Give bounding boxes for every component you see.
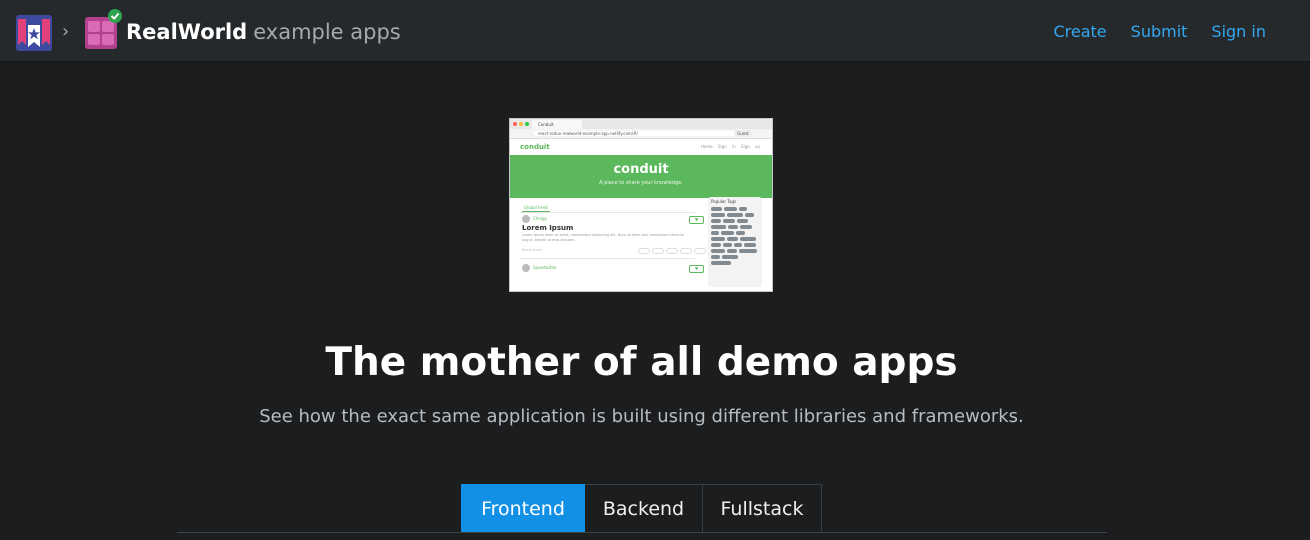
preview-avatar: [522, 264, 530, 272]
preview-brand: conduit: [520, 143, 550, 151]
breadcrumb-chevron-icon: ›: [62, 21, 70, 42]
preview-browser-tab: Conduit: [532, 120, 582, 129]
hero-subtitle: See how the exact same application is bu…: [259, 406, 1024, 427]
preview-tag-pills: [708, 206, 762, 266]
header-nav: Create Submit Sign in: [1053, 22, 1266, 41]
preview-divider: [520, 258, 695, 259]
preview-banner: conduit A place to share your knowledge.: [510, 155, 772, 198]
preview-divider: [520, 212, 695, 213]
nav-sign-in-link[interactable]: Sign in: [1211, 22, 1266, 41]
tab-frontend[interactable]: Frontend: [461, 484, 585, 532]
preview-heart-icon: ♥: [689, 265, 704, 273]
preview-tags-sidebar: Popular Tags: [708, 197, 762, 287]
top-navbar: › RealWorld example apps Create Submit Si…: [0, 0, 1310, 62]
preview-banner-subtitle: A place to share your knowledge.: [599, 180, 683, 186]
puzzle-check-logo-icon[interactable]: [84, 9, 122, 51]
preview-author: Chingy: [533, 216, 547, 221]
conduit-preview-screenshot: Conduit react-redux-realworld-example-ap…: [509, 118, 773, 292]
nav-submit-link[interactable]: Submit: [1131, 22, 1188, 41]
hero-title: The mother of all demo apps: [325, 340, 958, 385]
preview-author: Speedwithe: [533, 265, 557, 270]
preview-address-bar: react-redux-realworld-example-app.netlif…: [510, 129, 772, 139]
preview-article-text: Lorem ipsum dolor sit amet, consectetur …: [522, 233, 684, 242]
preview-heart-icon: ♥: [689, 216, 704, 224]
preview-guest-pill: Guest: [734, 130, 752, 137]
preview-url: react-redux-realworld-example-app.netlif…: [534, 131, 738, 136]
preview-nav-links: Home Sign in Sign up: [700, 144, 760, 149]
tab-backend[interactable]: Backend: [585, 484, 703, 532]
preview-sidebar-title: Popular Tags: [711, 199, 737, 204]
preview-read-more: Read more...: [522, 248, 545, 252]
preview-navbar: conduit Home Sign in Sign up: [510, 139, 772, 155]
brand-subtitle: example apps: [253, 20, 401, 44]
bookmark-star-logo-icon[interactable]: [16, 15, 52, 51]
brand-title[interactable]: RealWorld example apps: [126, 20, 401, 44]
preview-tag-list: [638, 248, 706, 254]
preview-article-title: Lorem Ipsum: [522, 224, 574, 232]
preview-feed-tab: Global Feed: [522, 205, 550, 212]
tabs-divider: [177, 532, 1107, 533]
nav-create-link[interactable]: Create: [1053, 22, 1106, 41]
preview-browser-chrome: Conduit: [510, 119, 772, 129]
preview-feed: Global Feed Chingy ♥ Lorem Ipsum Lorem i…: [510, 197, 772, 291]
preview-banner-title: conduit: [613, 162, 669, 177]
tab-fullstack[interactable]: Fullstack: [703, 484, 822, 532]
preview-avatar: [522, 215, 530, 223]
brand-name: RealWorld: [126, 20, 248, 44]
category-tabs: Frontend Backend Fullstack: [461, 484, 822, 532]
